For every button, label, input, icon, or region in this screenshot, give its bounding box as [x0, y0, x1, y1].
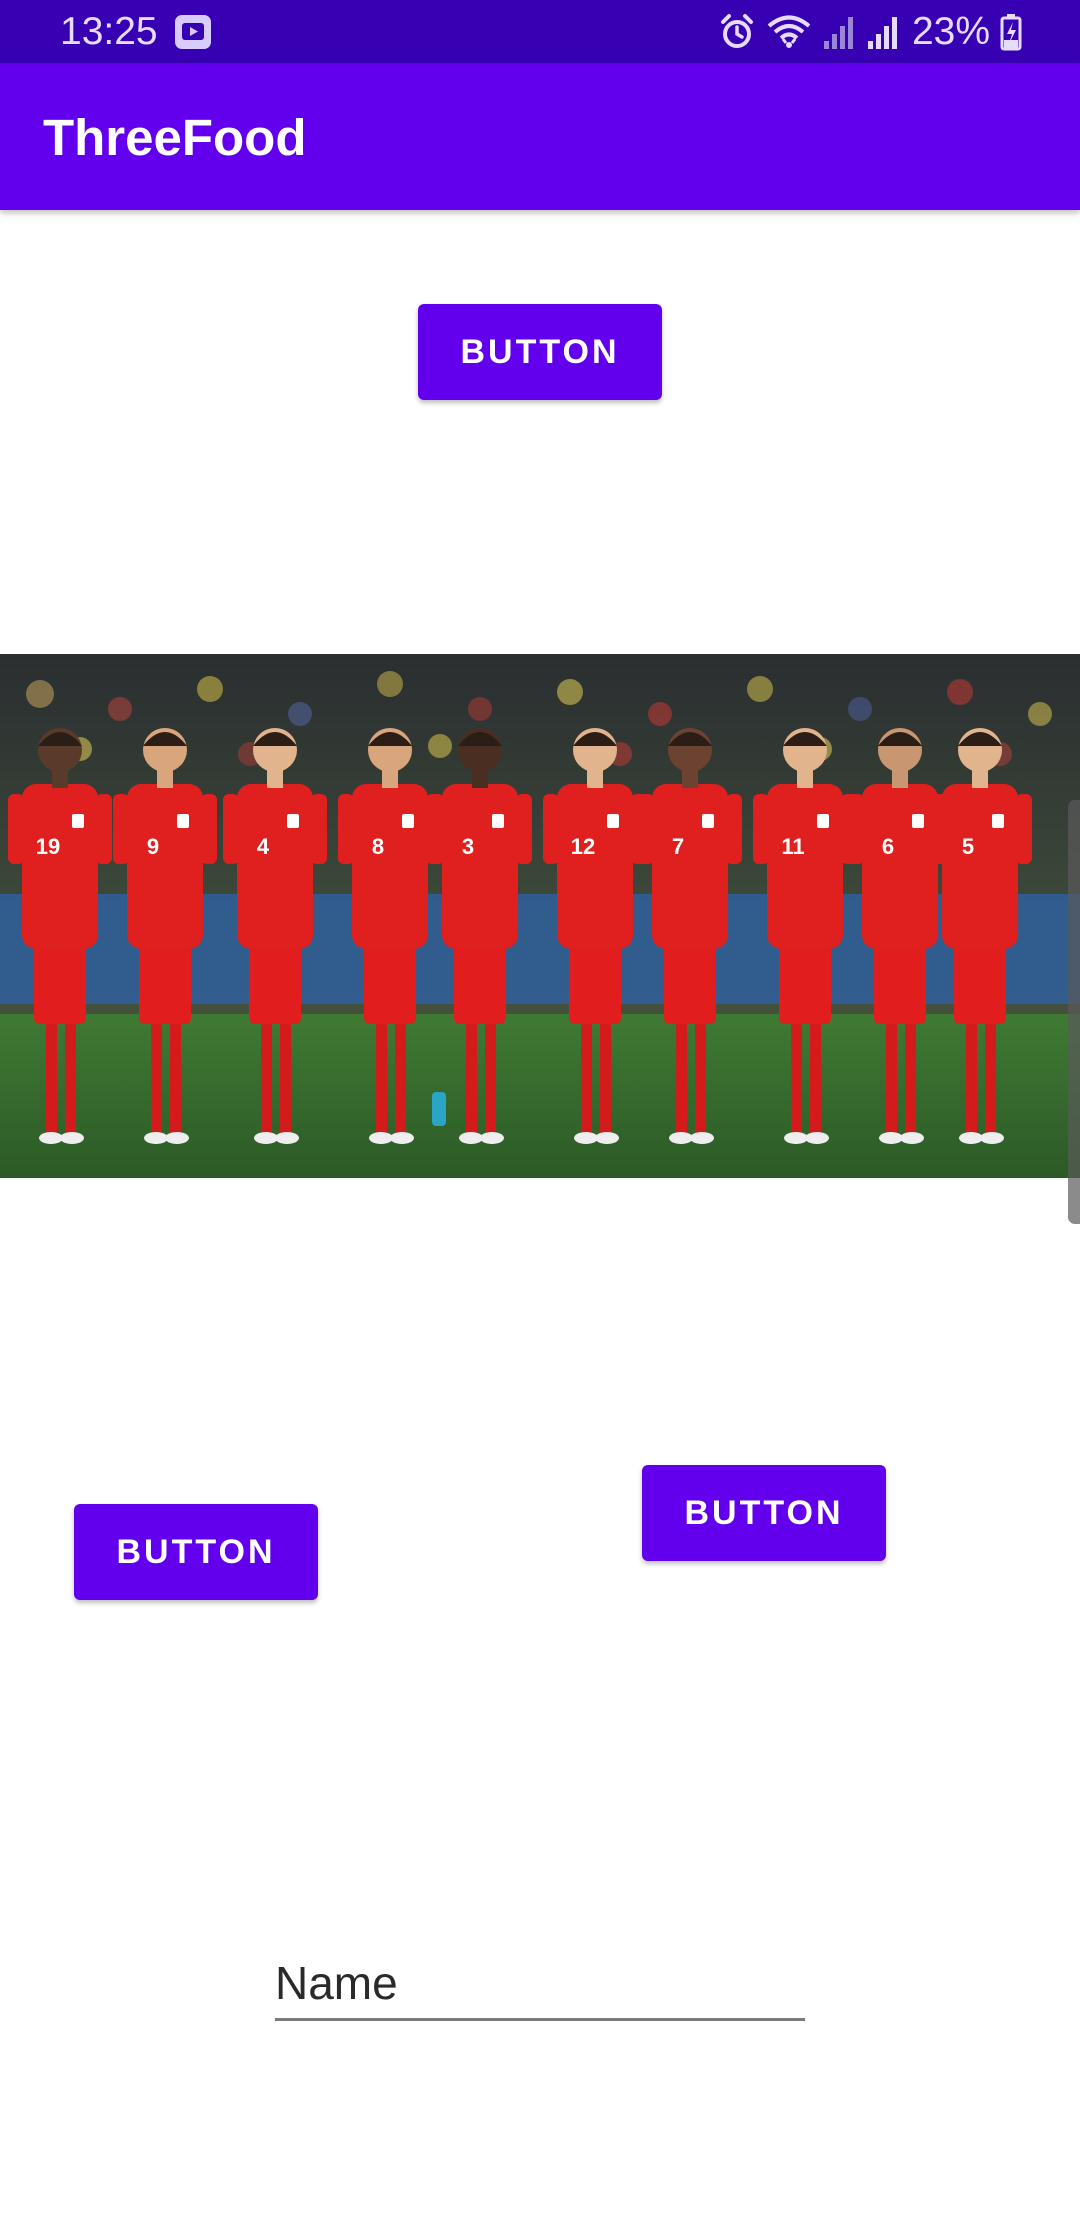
status-time: 13:25	[60, 10, 158, 53]
jersey-number: 5	[962, 834, 974, 859]
video-app-icon	[175, 15, 211, 49]
status-bar: 13:25 23%	[0, 0, 1080, 63]
wifi-icon	[767, 15, 811, 48]
left-button[interactable]: BUTTON	[74, 1504, 318, 1600]
jersey-number: 9	[147, 834, 159, 859]
jersey-number: 19	[36, 834, 60, 859]
jersey-number: 6	[882, 834, 894, 859]
alarm-icon	[720, 14, 753, 48]
scroll-handle[interactable]	[1068, 800, 1080, 1224]
jersey-number: 7	[672, 834, 684, 859]
status-icons: 23%	[718, 10, 1022, 54]
jersey-number: 8	[372, 834, 384, 859]
top-button[interactable]: BUTTON	[418, 304, 662, 400]
signal-icon	[867, 17, 897, 49]
signal-icon	[823, 17, 853, 49]
app-title: ThreeFood	[43, 109, 307, 166]
battery-charging-icon	[1000, 14, 1022, 51]
battery-percent: 23%	[911, 10, 990, 53]
app-bar: ThreeFood	[0, 63, 1080, 210]
right-button[interactable]: BUTTON	[642, 1465, 886, 1561]
name-field[interactable]	[275, 1948, 805, 2021]
team-photo: 19 9 4 8 3 12 7 11 6 5	[0, 654, 1080, 1178]
jersey-number: 3	[462, 834, 474, 859]
jersey-number: 12	[571, 834, 595, 859]
water-bottle	[432, 1092, 446, 1126]
jersey-number: 11	[781, 834, 804, 859]
jersey-number: 4	[257, 834, 270, 859]
